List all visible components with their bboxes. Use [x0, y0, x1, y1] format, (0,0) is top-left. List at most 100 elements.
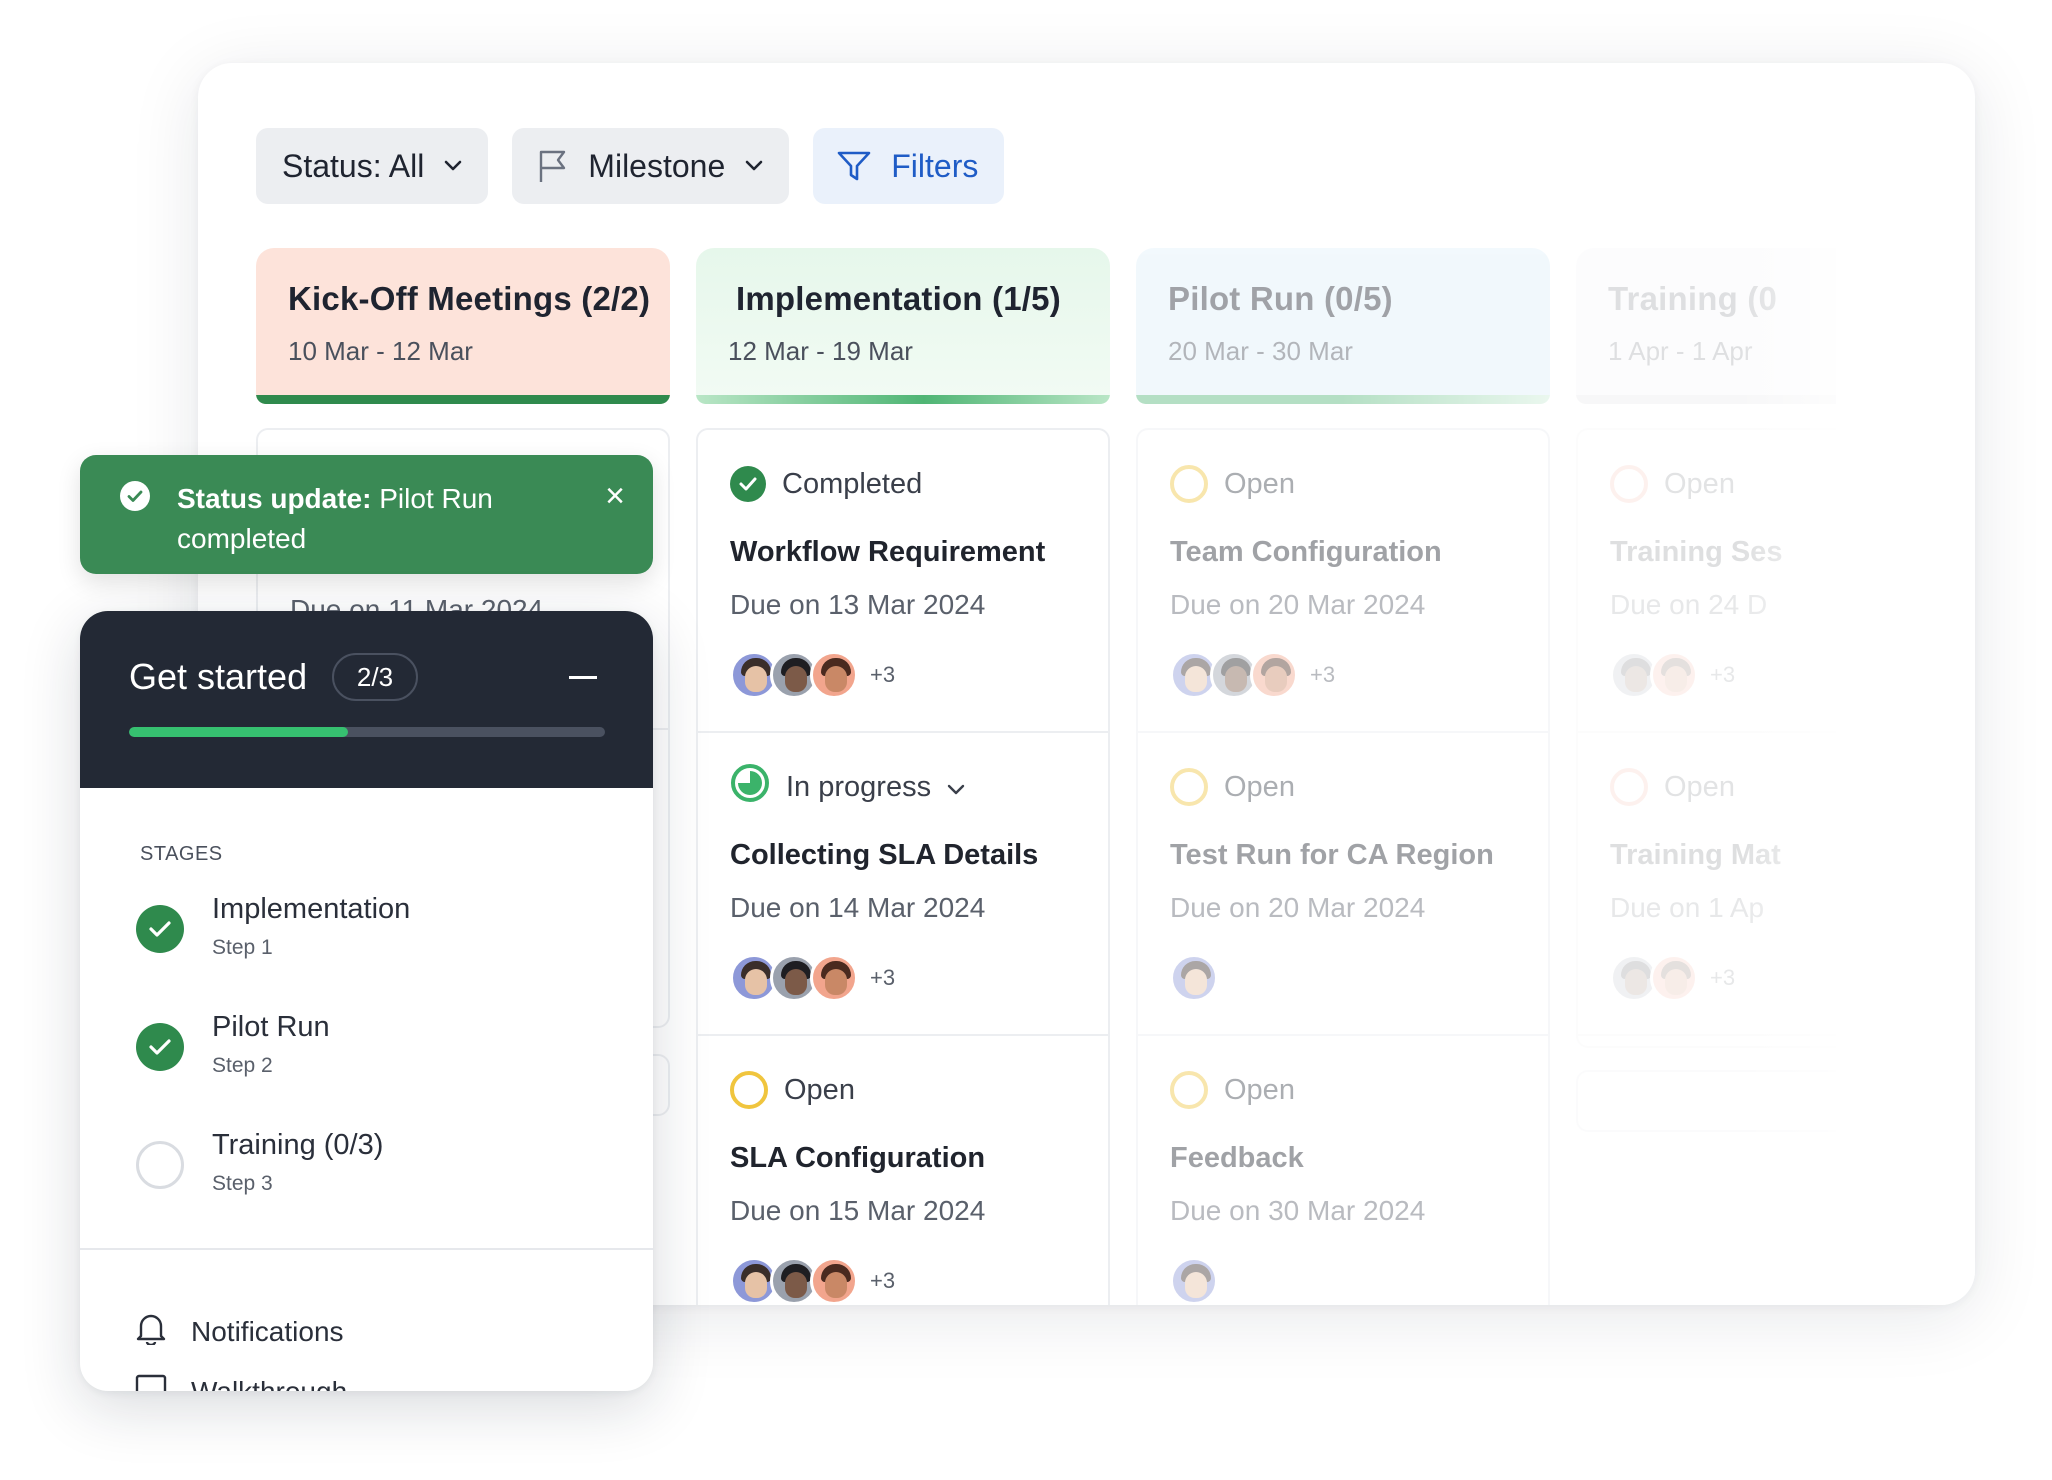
task-status-label: Open [1224, 770, 1295, 803]
task-card[interactable]: Completed Workflow Requirement Due on 13… [698, 430, 1108, 733]
close-icon[interactable]: × [605, 479, 625, 513]
toast-message: Status update: Pilot Run completed [177, 479, 607, 559]
stage-name: Implementation [212, 893, 411, 925]
stage-step: Step 2 [212, 1054, 273, 1077]
column-progress-bar [256, 395, 670, 404]
stage-item-training[interactable]: Training (0/3) Step 3 [136, 1129, 383, 1209]
task-status-dropdown[interactable]: In progress [730, 764, 1108, 807]
column-header[interactable]: Kick-Off Meetings (2/2) 10 Mar - 12 Mar [256, 248, 670, 404]
task-due-date: Due on 13 Mar 2024 [730, 589, 986, 620]
task-due-date: Due on 20 Mar 2024 [1170, 589, 1426, 620]
task-status-label: Open [1224, 467, 1295, 500]
task-title: Collecting SLA Details [730, 839, 1039, 871]
open-status-icon [730, 1071, 768, 1109]
stage-text: Training (0/3) Step 3 [212, 1129, 383, 1209]
more-assignees-count: +3 [1710, 965, 1736, 990]
chevron-down-icon [947, 771, 965, 804]
task-status-label: Open [1664, 467, 1735, 500]
check-circle-icon [120, 481, 150, 511]
column-title: Pilot Run (0/5) [1168, 280, 1393, 317]
more-assignees-count: +3 [870, 662, 896, 687]
notifications-link[interactable]: Notifications [135, 1311, 344, 1352]
assignee-avatars[interactable]: +3 [730, 651, 1108, 699]
assignee-avatars[interactable]: +3 [730, 954, 1108, 1002]
stage-item-pilot-run[interactable]: Pilot Run Step 2 [136, 1011, 330, 1091]
assignee-avatars[interactable]: +3 [730, 1257, 1108, 1305]
stage-step: Step 3 [212, 1172, 273, 1195]
task-status[interactable]: Completed [730, 464, 1108, 504]
column-header[interactable]: Pilot Run (0/5) 20 Mar - 30 Mar [1136, 248, 1550, 404]
assignee-avatars[interactable]: +3 [1170, 651, 1548, 699]
fade-overlay [1738, 243, 1975, 1305]
task-title: Feedback [1170, 1142, 1304, 1174]
task-status-label: Open [1224, 1073, 1295, 1106]
task-card[interactable]: Open Team Configuration Due on 20 Mar 20… [1138, 430, 1548, 733]
stage-step: Step 1 [212, 936, 273, 959]
task-title: SLA Configuration [730, 1142, 986, 1174]
column-progress-bar [696, 395, 1110, 404]
task-status[interactable]: Open [1170, 767, 1548, 807]
task-status-label: Open [784, 1073, 855, 1106]
milestone-label: Milestone [588, 147, 726, 184]
empty-circle-icon [136, 1141, 184, 1189]
task-list: Completed Workflow Requirement Due on 13… [696, 428, 1110, 1305]
task-due-date: Due on 15 Mar 2024 [730, 1195, 986, 1226]
onboarding-progress-bar [129, 727, 605, 737]
avatar [1170, 954, 1218, 1002]
milestone-dropdown[interactable]: Milestone [512, 128, 790, 204]
task-card[interactable]: Open SLA Configuration Due on 15 Mar 202… [698, 1036, 1108, 1305]
get-started-panel: Get started 2/3 STAGES Implementation St… [80, 611, 653, 1391]
toast-message-bold: Status update: [177, 483, 372, 514]
column-dates: 12 Mar - 19 Mar [728, 336, 913, 366]
assignee-avatars[interactable] [1170, 1257, 1548, 1305]
stages-heading: STAGES [140, 843, 223, 865]
chevron-down-icon [745, 160, 763, 172]
task-card[interactable]: In progress Collecting SLA Details Due o… [698, 733, 1108, 1036]
check-circle-icon [136, 1023, 184, 1071]
task-card[interactable]: Open Feedback Due on 30 Mar 2024 [1138, 1036, 1548, 1305]
filters-button[interactable]: Filters [813, 128, 1005, 204]
toolbar: Status: All Milestone Filters [256, 128, 1005, 204]
column-header[interactable]: Implementation (1/5) 12 Mar - 19 Mar [696, 248, 1110, 404]
avatar [1250, 651, 1298, 699]
more-assignees-count: +3 [1710, 662, 1736, 687]
open-status-icon [1610, 768, 1648, 806]
open-status-icon [1170, 768, 1208, 806]
column-progress-bar [1136, 395, 1550, 404]
check-circle-icon [730, 466, 766, 502]
task-status[interactable]: Open [730, 1070, 1108, 1110]
task-title: Workflow Requirement [730, 536, 1046, 568]
task-status[interactable]: Open [1170, 1070, 1548, 1110]
divider [80, 1248, 653, 1250]
task-due-date: Due on 30 Mar 2024 [1170, 1195, 1426, 1226]
task-status-label: Open [1664, 770, 1735, 803]
task-status-label: Completed [782, 467, 923, 500]
assignee-avatars[interactable] [1170, 954, 1548, 1002]
check-circle-icon [136, 905, 184, 953]
bell-icon [135, 1311, 167, 1352]
chevron-down-icon [444, 160, 462, 172]
walkthrough-link[interactable]: Walkthrough [135, 1373, 347, 1391]
funnel-icon [837, 150, 871, 182]
get-started-header: Get started 2/3 [80, 611, 653, 788]
open-status-icon [1610, 465, 1648, 503]
column-pilot-run: Pilot Run (0/5) 20 Mar - 30 Mar Open Tea… [1136, 248, 1550, 1305]
avatar [810, 1257, 858, 1305]
status-filter-dropdown[interactable]: Status: All [256, 128, 489, 204]
task-status[interactable]: Open [1170, 464, 1548, 504]
filters-label: Filters [891, 147, 979, 184]
column-dates: 10 Mar - 12 Mar [288, 336, 473, 366]
minimize-icon[interactable] [569, 676, 597, 679]
task-list: Open Team Configuration Due on 20 Mar 20… [1136, 428, 1550, 1305]
stage-name: Training (0/3) [212, 1129, 384, 1161]
progress-count-badge: 2/3 [332, 653, 418, 701]
status-update-toast: Status update: Pilot Run completed × [80, 455, 653, 574]
task-card[interactable]: Open Test Run for CA Region Due on 20 Ma… [1138, 733, 1548, 1036]
column-title: Kick-Off Meetings (2/2) [288, 280, 651, 317]
avatar [1650, 651, 1698, 699]
avatar [1650, 954, 1698, 1002]
stage-item-implementation[interactable]: Implementation Step 1 [136, 893, 410, 973]
task-due-date: Due on 20 Mar 2024 [1170, 892, 1426, 923]
task-due-date: Due on 14 Mar 2024 [730, 892, 986, 923]
task-title: Team Configuration [1170, 536, 1442, 568]
